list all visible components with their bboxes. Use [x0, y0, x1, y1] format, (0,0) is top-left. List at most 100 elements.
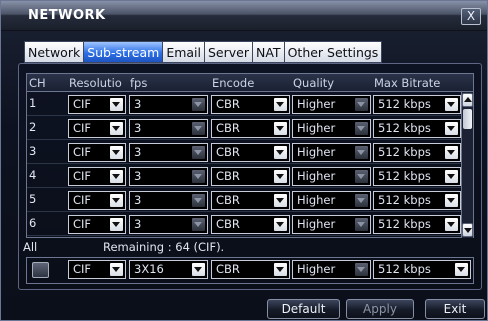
encode-select[interactable]: CBR [211, 119, 290, 138]
chevron-down-icon [192, 122, 205, 135]
max-bitrate-select[interactable]: 512 kbps [373, 215, 461, 234]
close-icon: X [466, 9, 476, 23]
encode-select[interactable]: CBR [211, 167, 290, 186]
tab-server[interactable]: Server [204, 41, 252, 63]
fps-select[interactable]: 3 [129, 95, 208, 114]
header-quality: Quality [293, 76, 335, 90]
channel-number: 6 [29, 216, 37, 230]
resolution-select[interactable]: CIF [68, 95, 126, 114]
network-window: NETWORK X Network Sub-stream Email Serve… [0, 0, 488, 321]
header-max-bitrate: Max Bitrate [374, 76, 441, 90]
resolution-select[interactable]: CIF [68, 167, 126, 186]
all-label: All [23, 240, 38, 254]
resolution-select[interactable]: CIF [68, 191, 126, 210]
encode-select[interactable]: CBR [211, 215, 290, 234]
arrow-up-icon[interactable] [462, 93, 473, 107]
all-fps-select[interactable]: 3X16 [129, 260, 208, 279]
tab-other-settings[interactable]: Other Settings [283, 41, 383, 63]
close-button[interactable]: X [461, 8, 481, 25]
chevron-down-icon [355, 263, 368, 276]
tab-sub-stream[interactable]: Sub-stream [83, 41, 163, 63]
table-row: 6 CIF 3 CBR Higher 512 kbps [27, 213, 463, 236]
encode-select[interactable]: CBR [211, 95, 290, 114]
header-fps: fps [130, 76, 148, 90]
default-button[interactable]: Default [267, 299, 340, 319]
chevron-down-icon [445, 146, 458, 159]
chevron-down-icon [274, 122, 287, 135]
chevron-down-icon [355, 98, 368, 111]
header-resolution: Resolutio [69, 76, 122, 90]
exit-button[interactable]: Exit [425, 299, 485, 319]
channel-table: CH Resolutio fps Encode Quality Max Bitr… [26, 73, 474, 238]
chevron-down-icon [274, 146, 287, 159]
all-max-bitrate-select[interactable]: 512 kbps [373, 260, 471, 279]
fps-select[interactable]: 3 [129, 215, 208, 234]
channel-number: 4 [29, 168, 37, 182]
chevron-down-icon [192, 170, 205, 183]
max-bitrate-select[interactable]: 512 kbps [373, 119, 461, 138]
table-row: 1 CIF 3 CBR Higher 512 kbps [27, 93, 463, 116]
all-quality-select[interactable]: Higher [292, 260, 371, 279]
chevron-down-icon [274, 98, 287, 111]
table-header: CH Resolutio fps Encode Quality Max Bitr… [27, 74, 473, 92]
chevron-down-icon [445, 170, 458, 183]
table-scrollbar[interactable] [461, 92, 473, 238]
quality-select[interactable]: Higher [292, 167, 371, 186]
max-bitrate-select[interactable]: 512 kbps [373, 143, 461, 162]
tab-network[interactable]: Network [24, 41, 84, 63]
arrow-down-icon[interactable] [462, 223, 473, 237]
header-encode: Encode [212, 76, 255, 90]
table-row: 4 CIF 3 CBR Higher 512 kbps [27, 165, 463, 188]
resolution-select[interactable]: CIF [68, 215, 126, 234]
chevron-down-icon [110, 122, 123, 135]
chevron-down-icon [192, 98, 205, 111]
scroll-thumb[interactable] [463, 109, 472, 129]
quality-select[interactable]: Higher [292, 191, 371, 210]
chevron-down-icon [355, 218, 368, 231]
tab-bar: Network Sub-stream Email Server NAT Othe… [24, 41, 383, 63]
all-checkbox[interactable] [32, 262, 49, 278]
quality-select[interactable]: Higher [292, 95, 371, 114]
all-resolution-select[interactable]: CIF [68, 260, 126, 279]
max-bitrate-select[interactable]: 512 kbps [373, 95, 461, 114]
chevron-down-icon [355, 122, 368, 135]
chevron-down-icon [355, 170, 368, 183]
tab-nat[interactable]: NAT [252, 41, 284, 63]
window-title: NETWORK [28, 8, 106, 23]
encode-select[interactable]: CBR [211, 143, 290, 162]
apply-button[interactable]: Apply [346, 299, 414, 319]
chevron-down-icon [110, 98, 123, 111]
fps-select[interactable]: 3 [129, 191, 208, 210]
quality-select[interactable]: Higher [292, 143, 371, 162]
chevron-down-icon [110, 218, 123, 231]
tab-email[interactable]: Email [162, 41, 204, 63]
chevron-down-icon [274, 194, 287, 207]
chevron-down-icon [192, 218, 205, 231]
encode-select[interactable]: CBR [211, 191, 290, 210]
remaining-text: Remaining : 64 (CIF). [103, 240, 225, 254]
max-bitrate-select[interactable]: 512 kbps [373, 167, 461, 186]
chevron-down-icon [445, 218, 458, 231]
channel-number: 2 [29, 120, 37, 134]
resolution-select[interactable]: CIF [68, 143, 126, 162]
table-row: 5 CIF 3 CBR Higher 512 kbps [27, 189, 463, 212]
channel-number: 5 [29, 192, 37, 206]
chevron-down-icon [192, 263, 205, 276]
chevron-down-icon [355, 146, 368, 159]
chevron-down-icon [455, 263, 468, 276]
quality-select[interactable]: Higher [292, 119, 371, 138]
all-encode-select[interactable]: CBR [211, 260, 290, 279]
chevron-down-icon [445, 122, 458, 135]
fps-select[interactable]: 3 [129, 143, 208, 162]
all-channels-row: CIF 3X16 CBR Higher 512 kbps [26, 257, 474, 284]
fps-select[interactable]: 3 [129, 119, 208, 138]
chevron-down-icon [110, 146, 123, 159]
max-bitrate-select[interactable]: 512 kbps [373, 191, 461, 210]
quality-select[interactable]: Higher [292, 215, 371, 234]
resolution-select[interactable]: CIF [68, 119, 126, 138]
table-row: 2 CIF 3 CBR Higher 512 kbps [27, 117, 463, 140]
channel-number: 1 [29, 96, 37, 110]
fps-select[interactable]: 3 [129, 167, 208, 186]
chevron-down-icon [192, 146, 205, 159]
chevron-down-icon [110, 263, 123, 276]
